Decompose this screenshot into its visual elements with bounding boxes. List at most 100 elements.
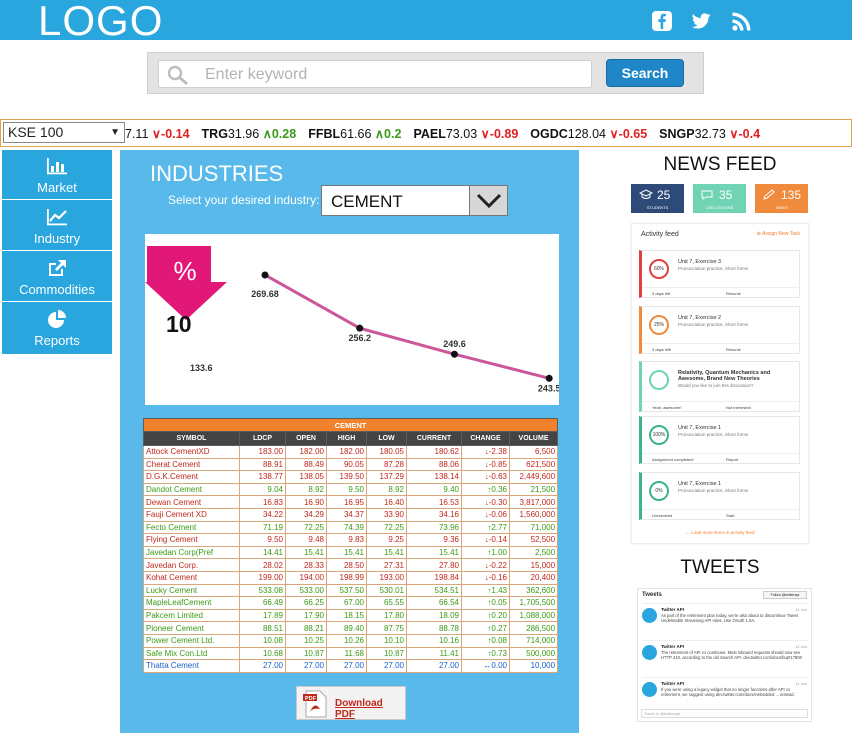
cell-symbol[interactable]: Lucky Cement: [143, 583, 240, 598]
cell-symbol[interactable]: Thatta Cement: [143, 659, 240, 673]
table-row[interactable]: Dewan Cement 16.83 16.90 16.95 16.40 16.53 ↓-0…: [143, 495, 559, 509]
tweet-input[interactable]: Tweet to @twitterapi: [641, 709, 808, 718]
nav-item-industry[interactable]: Industry: [2, 201, 112, 251]
tweet-author[interactable]: Twitter API: [661, 681, 684, 686]
search-button[interactable]: Search: [606, 59, 684, 87]
cell-symbol[interactable]: Dewan Cement: [143, 495, 240, 509]
cell-symbol[interactable]: MapleLeafCement: [143, 596, 240, 610]
activity-card[interactable]: 25% Unit 7, Exercise 2 Pronunciation pract…: [639, 306, 800, 354]
table-cell: ↓-0.14: [461, 533, 510, 547]
ticker-value: 32.73: [694, 127, 730, 141]
stat-tasks[interactable]: 135 TASKS: [755, 184, 808, 213]
stat-students[interactable]: 25 STUDENTS: [631, 184, 684, 213]
table-row[interactable]: Attock CementXD 183.00 182.00 182.00 180.05 1…: [143, 445, 559, 459]
column-header[interactable]: LOW: [366, 431, 407, 446]
table-row[interactable]: D.G.K.Cement 138.77 138.05 139.50 137.29 138.…: [143, 470, 559, 484]
data-point[interactable]: [450, 350, 458, 358]
card-action[interactable]: Not interested: [726, 405, 751, 410]
nav-label-commodities: Commodities: [19, 282, 95, 297]
table-cell: ↑2.77: [461, 520, 510, 535]
facebook-icon[interactable]: [651, 10, 673, 32]
cell-symbol[interactable]: Javedan Corp(Pref: [143, 545, 240, 560]
column-header[interactable]: LDCP: [239, 431, 286, 446]
rss-icon[interactable]: [731, 10, 753, 32]
twitter-icon[interactable]: [690, 10, 712, 32]
twitter-avatar-icon: [642, 645, 657, 660]
industry-select[interactable]: CEMENT: [321, 185, 508, 216]
table-row[interactable]: MapleLeafCement 66.49 66.25 67.00 65.55 66.54…: [143, 596, 559, 610]
nav-item-reports[interactable]: Reports: [2, 303, 112, 353]
ticker-item[interactable]: OGDC128.04 ∨-0.65: [530, 126, 647, 141]
data-point[interactable]: [545, 374, 553, 382]
ticker-change: -0.89: [489, 127, 519, 141]
logo[interactable]: LOGO: [38, 0, 163, 45]
card-action[interactable]: Resume: [726, 291, 741, 296]
ticker-item[interactable]: PAEL73.03 ∨-0.89: [413, 126, 518, 141]
nav-item-commodities[interactable]: Commodities: [2, 252, 112, 302]
data-point[interactable]: [356, 324, 364, 332]
table-row[interactable]: Fecto Cement 71.19 72.25 74.39 72.25 73.96 ↑2.…: [143, 520, 559, 535]
cell-symbol[interactable]: D.G.K.Cement: [143, 470, 240, 484]
ticker-item[interactable]: TRG31.96 ∧0.28: [202, 126, 297, 141]
cell-symbol[interactable]: Pioneer Cement: [143, 621, 240, 635]
download-pdf-button[interactable]: PDF Download PDF: [296, 686, 406, 720]
cell-symbol[interactable]: Fauji Cement XD: [143, 507, 240, 522]
search-input[interactable]: Enter keyword: [158, 60, 592, 88]
cell-symbol[interactable]: Cherat Cement: [143, 457, 240, 472]
activity-card[interactable]: Relativity, Quantum Mechanics and Awesom…: [639, 361, 800, 412]
table-row[interactable]: Power Cement Ltd. 10.08 10.25 10.26 10.10 10.…: [143, 633, 559, 648]
cell-symbol[interactable]: Javedan Corp.: [143, 558, 240, 572]
cell-symbol[interactable]: Power Cement Ltd.: [143, 633, 240, 648]
cell-symbol[interactable]: Fecto Cement: [143, 520, 240, 535]
data-point[interactable]: [261, 271, 269, 279]
table-row[interactable]: Fauji Cement XD 34.22 34.29 34.37 33.90 34.16…: [143, 507, 559, 522]
industry-select-button[interactable]: [469, 186, 507, 215]
cell-symbol[interactable]: Flying Cement: [143, 533, 240, 547]
card-action[interactable]: Start: [726, 513, 734, 518]
tweet-author[interactable]: Twitter API: [661, 644, 684, 649]
assign-task-link[interactable]: ⊕ Assign New Task: [757, 231, 800, 237]
cell-symbol[interactable]: Dandot Cement: [143, 482, 240, 497]
tweet-author[interactable]: Twitter API: [661, 607, 684, 612]
activity-card[interactable]: 100% Unit 7, Exercise 1 Pronunciation prac…: [639, 416, 800, 464]
column-header[interactable]: CHANGE: [461, 431, 510, 446]
table-row[interactable]: Javedan Corp(Pref 14.41 15.41 15.41 15.41 15.…: [143, 545, 559, 560]
tweet[interactable]: Twitter API 11 Jun The retirement of API v…: [642, 640, 809, 678]
table-row[interactable]: Javedan Corp. 28.02 28.33 28.50 27.31 27.80 ↓-…: [143, 558, 559, 572]
column-header[interactable]: HIGH: [326, 431, 367, 446]
column-header[interactable]: VOLUME: [508, 431, 559, 446]
table-cell: 17.89: [239, 608, 286, 623]
table-row[interactable]: Kohat Cement 199.00 194.00 198.99 193.00 198.…: [143, 570, 559, 585]
table-row[interactable]: Pakcem Limited 17.89 17.90 18.15 17.80 18.09 ↑…: [143, 608, 559, 623]
table-cell: 9.48: [285, 533, 327, 547]
column-header[interactable]: CURRENT: [406, 431, 462, 446]
cell-symbol[interactable]: Pakcem Limited: [143, 608, 240, 623]
ticker-item[interactable]: SNGP32.73 ∨-0.4: [659, 126, 760, 141]
tweet[interactable]: Twitter API 11 Jun As part of the retireme…: [642, 603, 809, 641]
table-row[interactable]: Flying Cement 9.50 9.48 9.83 9.25 9.36 ↓-0.14 5…: [143, 533, 559, 547]
table-row[interactable]: Thatta Cement 27.00 27.00 27.00 27.00 27.00 ↔0…: [143, 659, 559, 673]
stat-count: 35: [719, 188, 733, 202]
table-row[interactable]: Pioneer Cement 88.51 88.21 89.40 87.75 88.78 ↑…: [143, 621, 559, 635]
stat-discussions[interactable]: 35 DISCUSSIONS: [693, 184, 746, 213]
card-action[interactable]: Resume: [726, 347, 741, 352]
cell-symbol[interactable]: Kohat Cement: [143, 570, 240, 585]
activity-card[interactable]: 60% Unit 7, Exercise 3 Pronunciation pract…: [639, 250, 800, 298]
cell-symbol[interactable]: Attock CementXD: [143, 445, 240, 459]
column-header[interactable]: SYMBOL: [143, 431, 240, 446]
ticker-item[interactable]: 7.11 ∨-0.14: [125, 126, 190, 141]
table-row[interactable]: Cherat Cement 88.91 88.49 90.05 87.28 88.06 ↓-…: [143, 457, 559, 472]
table-row[interactable]: Dandot Cement 9.04 8.92 9.50 8.92 9.40 ↑0.36 21…: [143, 482, 559, 497]
table-row[interactable]: Safe Mix Con.Ltd 10.68 10.87 11.68 10.87 11.4…: [143, 646, 559, 661]
index-select[interactable]: KSE 100 ▼: [3, 122, 125, 143]
table-cell: 74.39: [326, 520, 367, 535]
cell-symbol[interactable]: Safe Mix Con.Ltd: [143, 646, 240, 661]
column-header[interactable]: OPEN: [285, 431, 327, 446]
nav-item-market[interactable]: Market: [2, 150, 112, 200]
activity-card[interactable]: 0% Unit 7, Exercise 1 Pronunciation practi…: [639, 472, 800, 520]
card-action[interactable]: Report: [726, 457, 738, 462]
table-row[interactable]: Lucky Cement 533.08 533.00 537.50 530.01 534.…: [143, 583, 559, 598]
ticker-item[interactable]: FFBL61.66 ∧0.2: [308, 126, 401, 141]
follow-button[interactable]: Follow @twitterapi: [763, 591, 807, 599]
load-more-link[interactable]: ← Load more items in activity feed: [632, 530, 808, 535]
